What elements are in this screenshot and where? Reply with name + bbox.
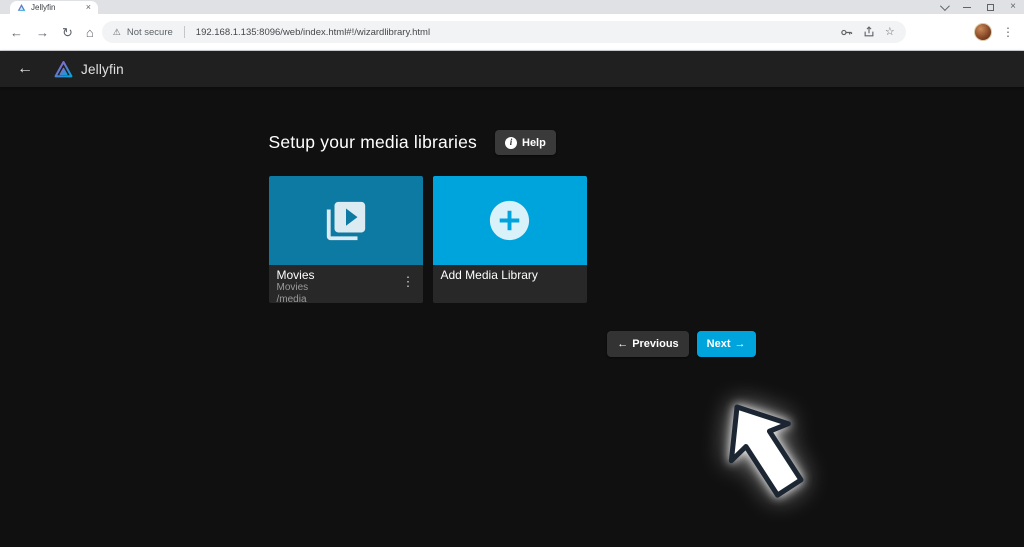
address-divider bbox=[183, 26, 185, 38]
browser-toolbar: ← → ↻ ⌂ ⚠ Not secure 192.168.1.135:8096/… bbox=[0, 14, 1024, 51]
browser-forward-button[interactable]: → bbox=[36, 26, 49, 39]
tutorial-cursor-arrow bbox=[728, 404, 804, 498]
next-button-label: Next bbox=[706, 338, 731, 350]
address-bar[interactable]: ⚠ Not secure 192.168.1.135:8096/web/inde… bbox=[101, 21, 906, 43]
card-subtitle: Movies bbox=[276, 282, 309, 294]
movies-card-footer: Movies Movies /media ⋮ bbox=[268, 265, 423, 303]
browser-tab[interactable]: Jellyfin × bbox=[10, 1, 98, 14]
card-title: Add Media Library bbox=[440, 268, 538, 282]
add-card-image[interactable] bbox=[432, 176, 587, 265]
browser-reload-button[interactable]: ↻ bbox=[62, 26, 73, 39]
jellyfin-logo-icon bbox=[54, 60, 73, 77]
add-media-library-card[interactable]: Add Media Library bbox=[432, 176, 587, 303]
help-button-label: Help bbox=[522, 136, 546, 149]
next-button[interactable]: Next → bbox=[696, 331, 756, 357]
browser-tabstrip: Jellyfin × × bbox=[0, 0, 1024, 14]
tab-close-icon[interactable]: × bbox=[86, 3, 91, 12]
arrow-right-icon: → bbox=[734, 337, 746, 350]
window-close-button[interactable]: × bbox=[1010, 2, 1016, 12]
page-title: Setup your media libraries bbox=[268, 132, 477, 152]
jellyfin-favicon bbox=[17, 3, 26, 11]
brand-name: Jellyfin bbox=[81, 61, 124, 77]
wizard-buttons-row: ← Previous Next → bbox=[269, 331, 756, 357]
previous-button[interactable]: ← Previous bbox=[607, 331, 689, 357]
not-secure-label[interactable]: Not secure bbox=[127, 27, 173, 38]
bookmark-star-icon[interactable]: ☆ bbox=[885, 26, 895, 38]
help-button[interactable]: i Help bbox=[495, 130, 556, 155]
video-library-icon bbox=[326, 201, 365, 240]
window-chevron-icon[interactable] bbox=[940, 0, 951, 11]
share-icon[interactable] bbox=[863, 26, 875, 38]
previous-button-label: Previous bbox=[632, 338, 679, 350]
info-icon: i bbox=[505, 136, 517, 149]
card-path: /media bbox=[276, 294, 307, 303]
window-restore-button[interactable] bbox=[987, 3, 995, 11]
wizard-content: Setup your media libraries i Help Movies… bbox=[268, 87, 756, 357]
add-circle-icon bbox=[489, 200, 530, 241]
tab-title: Jellyfin bbox=[31, 3, 56, 12]
browser-menu-icon[interactable]: ⋮ bbox=[1002, 26, 1014, 38]
app-back-button[interactable]: ← bbox=[17, 61, 33, 77]
add-card-footer: Add Media Library bbox=[432, 265, 587, 303]
browser-home-button[interactable]: ⌂ bbox=[86, 26, 94, 39]
jellyfin-brand: Jellyfin bbox=[54, 60, 124, 79]
card-menu-icon[interactable]: ⋮ bbox=[398, 271, 419, 292]
library-card-movies[interactable]: Movies Movies /media ⋮ bbox=[268, 176, 423, 303]
arrow-left-icon: ← bbox=[617, 337, 629, 350]
movies-card-image[interactable] bbox=[268, 176, 423, 265]
app-header: ← Jellyfin bbox=[0, 51, 1024, 87]
url-text[interactable]: 192.168.1.135:8096/web/index.html#!/wiza… bbox=[196, 27, 834, 38]
page-viewport: ← Jellyfin Setup your media libraries i … bbox=[0, 51, 1024, 546]
library-cards-row: Movies Movies /media ⋮ Add Media Library bbox=[268, 176, 756, 303]
key-icon[interactable] bbox=[840, 26, 853, 39]
browser-profile-avatar[interactable] bbox=[974, 23, 992, 41]
not-secure-warning-icon: ⚠ bbox=[112, 26, 121, 37]
window-minimize-button[interactable] bbox=[963, 6, 972, 8]
browser-back-button[interactable]: ← bbox=[10, 26, 23, 39]
card-title: Movies bbox=[276, 268, 315, 282]
